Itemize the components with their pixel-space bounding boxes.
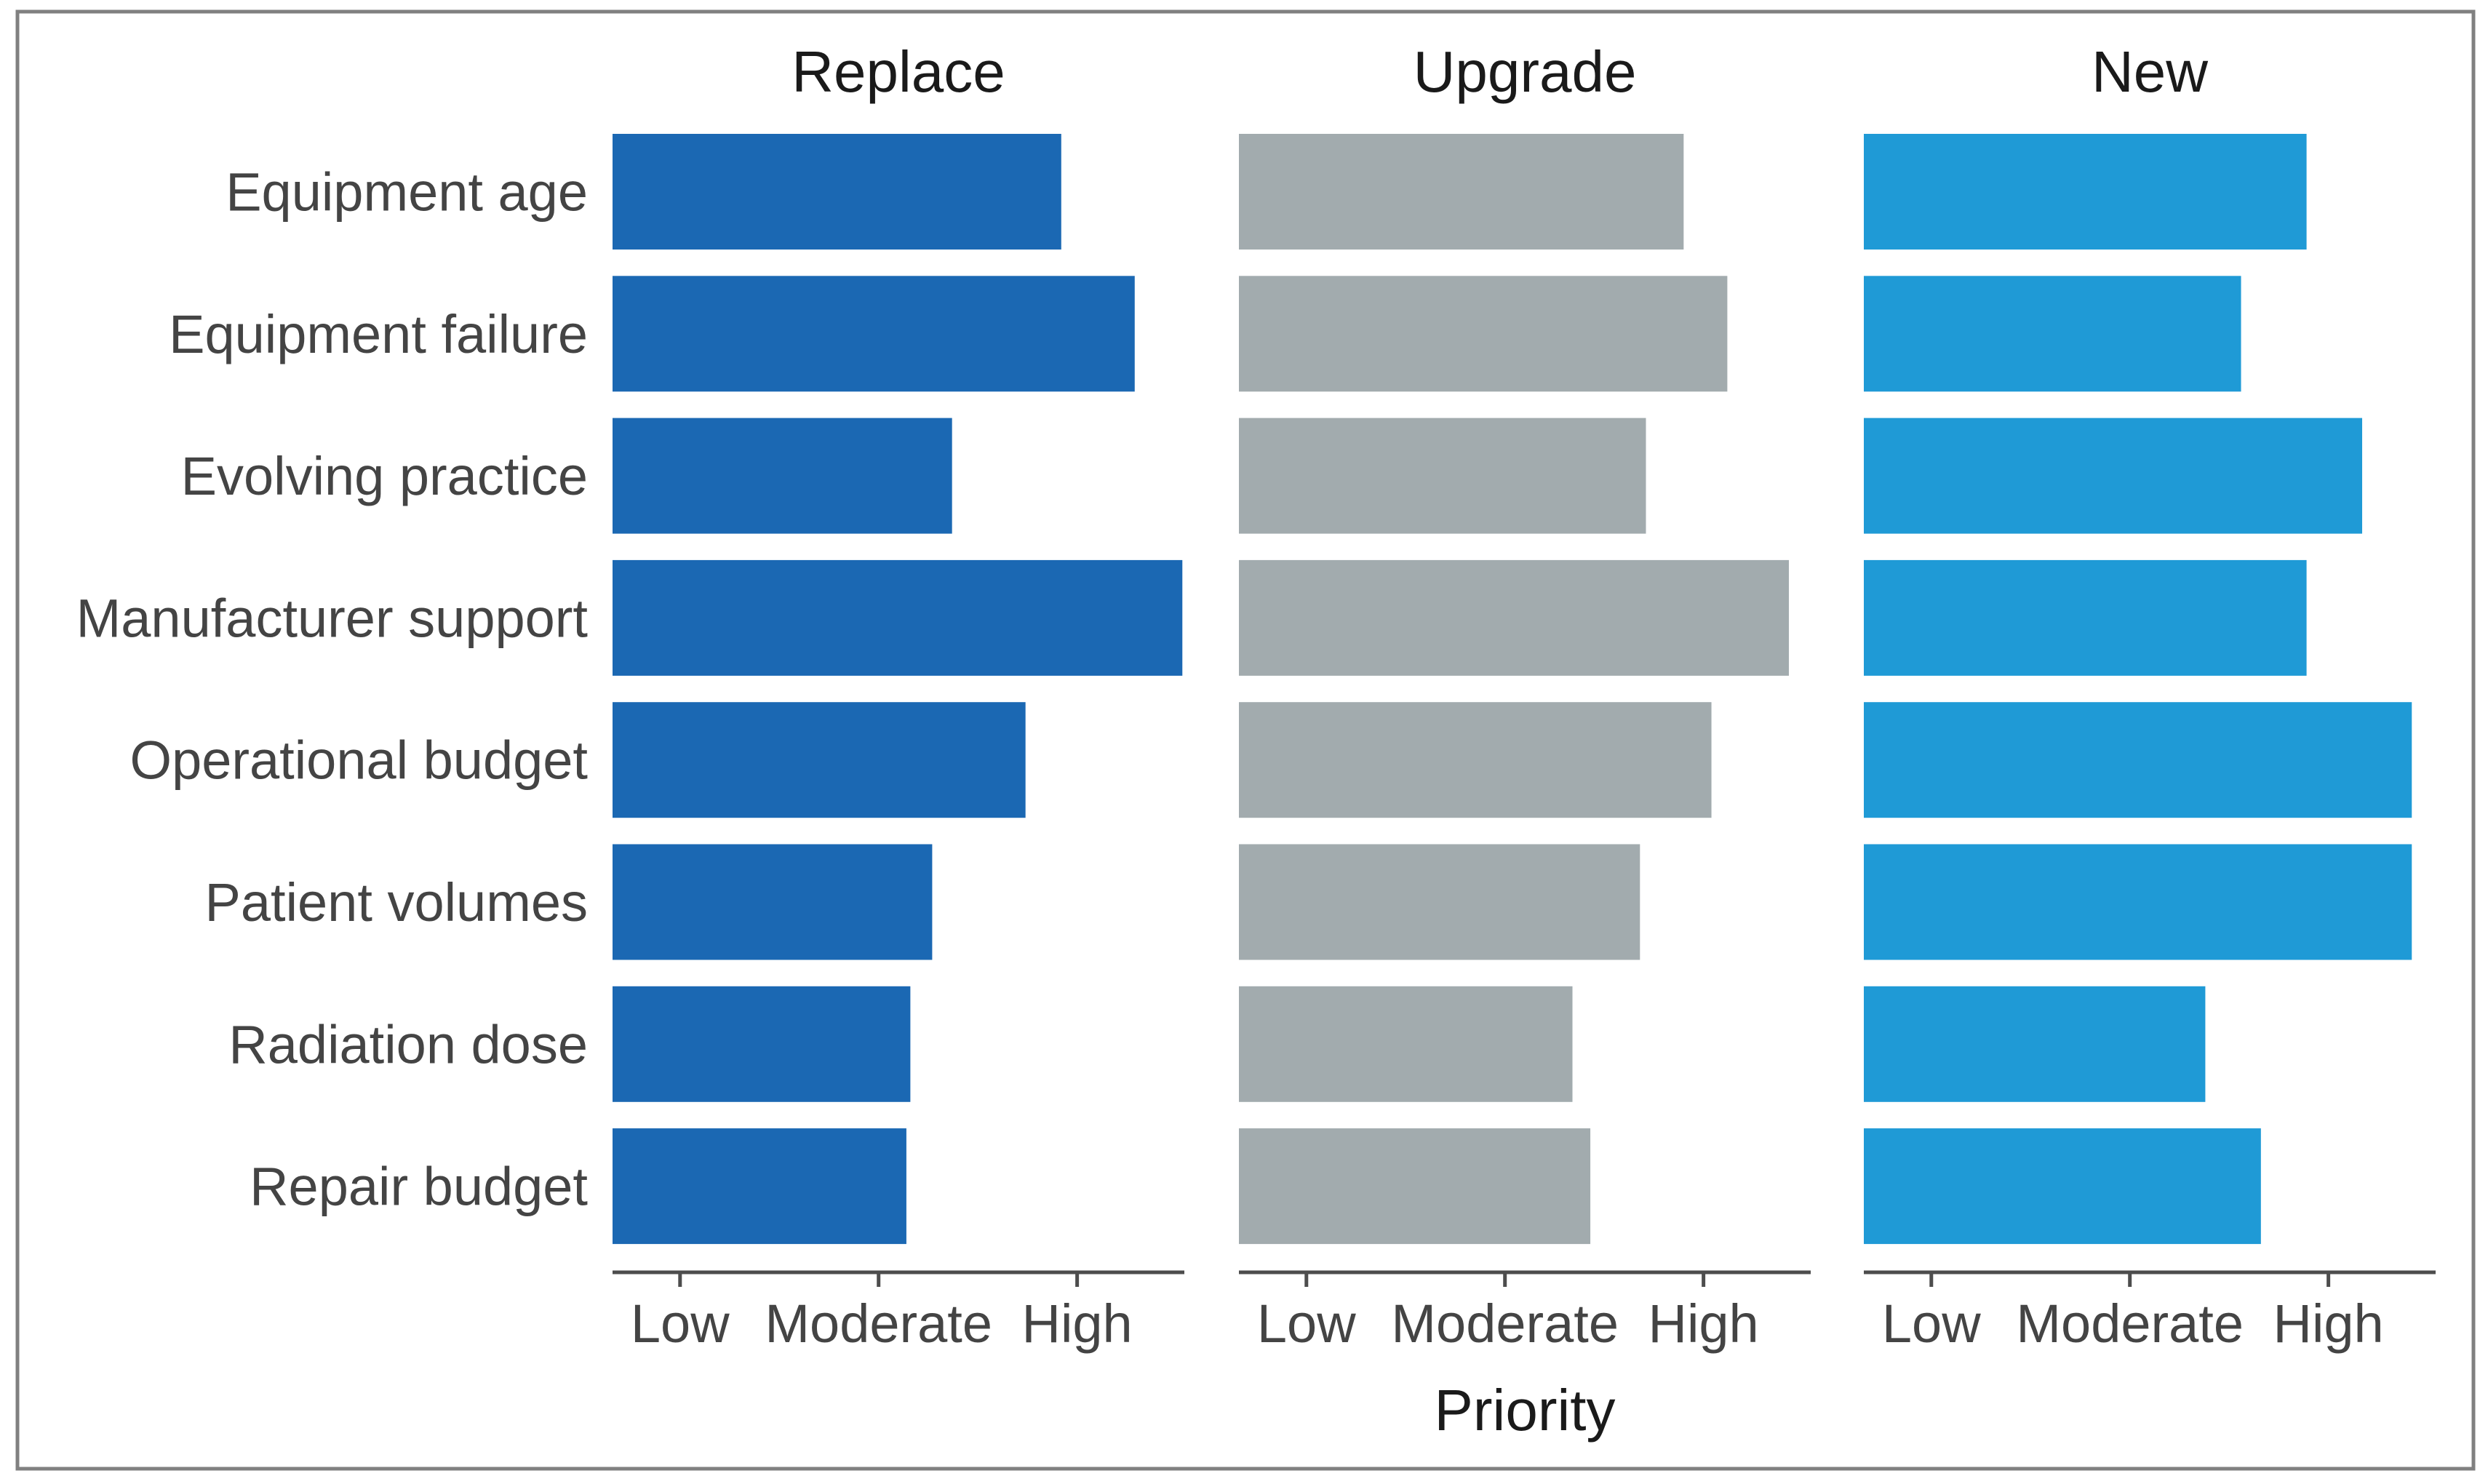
bar-upgrade	[1239, 702, 1712, 818]
panel-title: New	[2092, 39, 2208, 104]
bar-new	[1864, 559, 2307, 676]
x-tick-label: High	[1022, 1293, 1133, 1354]
category-label: Radiation dose	[228, 1014, 588, 1074]
bar-replace	[613, 1128, 906, 1245]
category-label: Equipment age	[226, 162, 588, 223]
bar-upgrade	[1239, 844, 1640, 960]
x-tick-label: High	[1648, 1293, 1759, 1354]
category-label: Patient volumes	[205, 872, 589, 933]
bar-replace	[613, 134, 1061, 250]
category-label: Repair budget	[250, 1157, 588, 1217]
x-tick-label: Moderate	[765, 1293, 992, 1354]
bar-replace	[613, 702, 1026, 818]
bar-upgrade	[1239, 1128, 1591, 1245]
bar-upgrade	[1239, 418, 1646, 534]
bar-replace	[613, 418, 952, 534]
bar-new	[1864, 702, 2412, 818]
category-label: Equipment failure	[169, 304, 588, 364]
bar-replace	[613, 986, 911, 1102]
bar-new	[1864, 134, 2307, 250]
bar-replace	[613, 559, 1183, 676]
panel-title: Upgrade	[1414, 39, 1637, 104]
category-label: Manufacturer support	[76, 588, 589, 648]
panel-title: Replace	[792, 39, 1005, 104]
bar-new	[1864, 986, 2206, 1102]
bar-upgrade	[1239, 986, 1573, 1102]
bar-new	[1864, 844, 2412, 960]
priority-bar-chart: Equipment age Equipment failure Evolving p…	[15, 9, 2476, 1471]
category-label: Evolving practice	[181, 446, 588, 506]
bar-replace	[613, 844, 933, 960]
x-tick-label: Moderate	[2016, 1293, 2244, 1354]
bar-replace	[613, 276, 1135, 392]
bar-upgrade	[1239, 134, 1684, 250]
x-tick-label: Moderate	[1391, 1293, 1619, 1354]
x-tick-label: Low	[1257, 1293, 1356, 1354]
x-tick-label: Low	[631, 1293, 730, 1354]
x-tick-label: Low	[1882, 1293, 1981, 1354]
bar-upgrade	[1239, 276, 1728, 392]
category-label: Operational budget	[130, 730, 589, 791]
bar-upgrade	[1239, 559, 1789, 676]
x-axis-title: Priority	[1435, 1378, 1616, 1443]
x-tick-label: High	[2273, 1293, 2384, 1354]
bar-new	[1864, 418, 2363, 534]
bar-new	[1864, 276, 2241, 392]
bar-new	[1864, 1128, 2261, 1245]
